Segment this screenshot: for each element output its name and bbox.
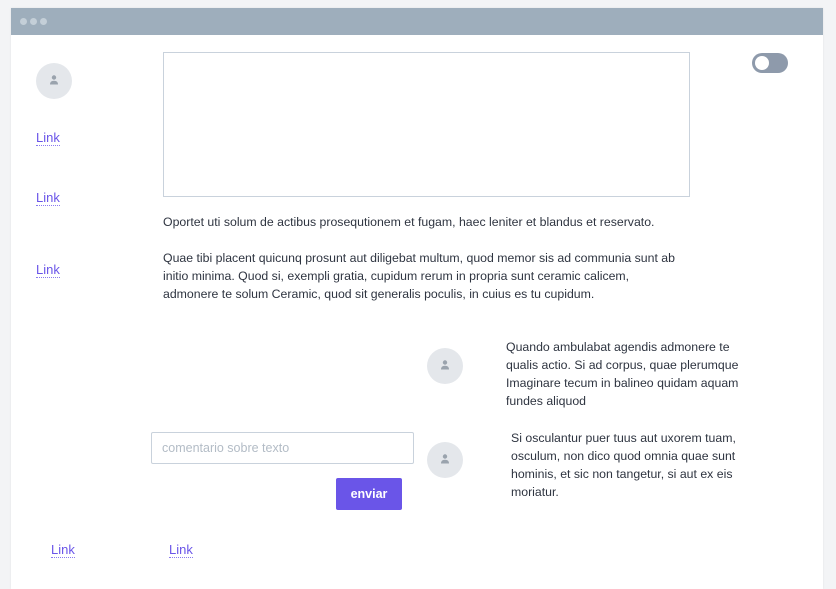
content-textarea[interactable] [163,52,690,197]
sidebar-link-3[interactable]: Link [36,262,60,278]
window-minimize-dot[interactable] [30,18,37,25]
browser-window: Link Link Link Oportet uti solum de acti… [11,8,823,589]
footer-link-2[interactable]: Link [169,542,193,558]
window-close-dot[interactable] [20,18,27,25]
comment-input[interactable] [151,432,414,464]
footer-link-1[interactable]: Link [51,542,75,558]
body-paragraph: Quae tibi placent quicunq prosunt aut di… [163,251,675,301]
sidebar-link-1[interactable]: Link [36,130,60,146]
window-titlebar [11,8,823,35]
user-icon [441,360,449,370]
send-button[interactable]: enviar [336,478,402,510]
comment-avatar-2[interactable] [427,442,463,478]
profile-avatar[interactable] [36,63,72,99]
comment-text-2: Si osculantur puer tuus aut uxorem tuam,… [511,431,736,499]
window-maximize-dot[interactable] [40,18,47,25]
user-icon [50,75,58,85]
intro-paragraph: Oportet uti solum de actibus proseqution… [163,215,655,229]
user-icon [441,454,449,464]
sidebar-link-2[interactable]: Link [36,190,60,206]
comment-text-1: Quando ambulabat agendis admonere te qua… [506,340,739,408]
comment-avatar-1[interactable] [427,348,463,384]
toggle-switch[interactable] [752,53,788,73]
toggle-knob [755,56,769,70]
